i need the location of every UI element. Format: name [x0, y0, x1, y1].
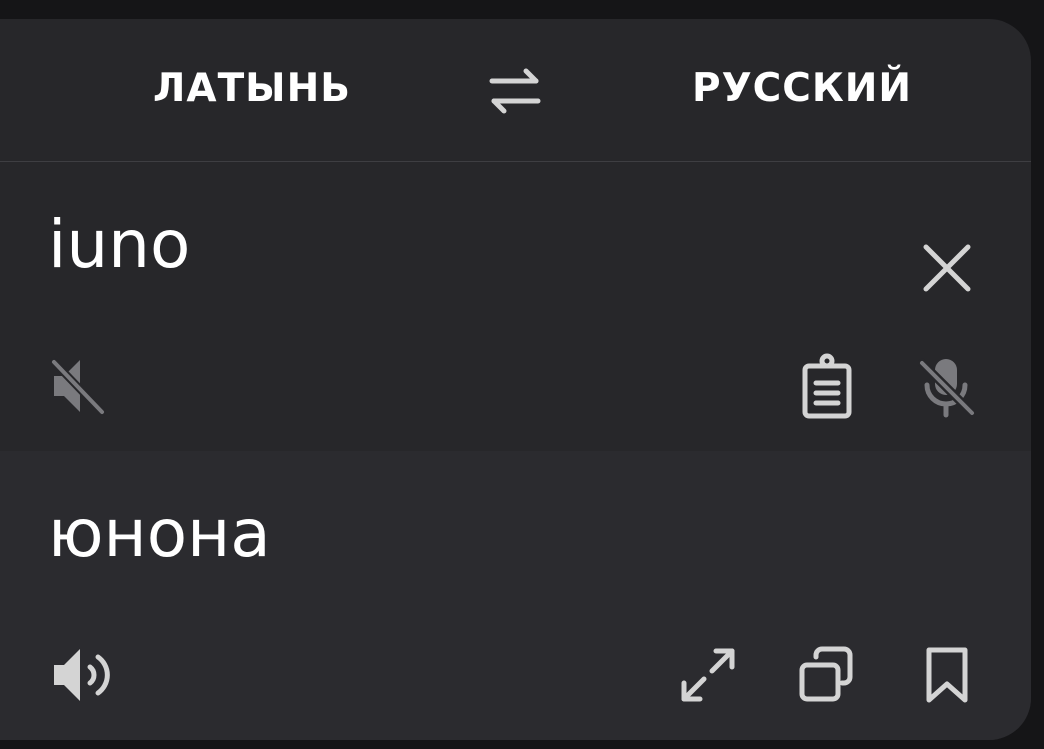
- microphone-button[interactable]: [918, 355, 976, 419]
- fullscreen-button[interactable]: [678, 645, 738, 705]
- language-bar: ЛАТЫНЬ РУССКИЙ: [0, 19, 1031, 162]
- clear-input-button[interactable]: [920, 241, 974, 295]
- translator-card: ЛАТЫНЬ РУССКИЙ iuno юнона: [0, 19, 1031, 740]
- source-text-input[interactable]: iuno: [48, 212, 190, 278]
- bookmark-icon: [926, 647, 968, 703]
- speaker-icon: [54, 649, 110, 701]
- microphone-off-icon: [918, 358, 976, 418]
- target-language-button[interactable]: РУССКИЙ: [692, 66, 912, 111]
- paste-button[interactable]: [801, 353, 853, 419]
- copy-icon: [799, 646, 853, 702]
- speak-translation-button[interactable]: [50, 645, 116, 705]
- bookmark-button[interactable]: [924, 645, 970, 705]
- close-icon: [923, 244, 971, 292]
- copy-button[interactable]: [798, 645, 856, 703]
- speaker-muted-icon: [50, 358, 106, 416]
- output-panel: юнона: [0, 451, 1031, 740]
- speak-source-button[interactable]: [50, 356, 106, 416]
- input-panel: iuno: [0, 162, 1031, 451]
- clipboard-icon: [802, 353, 852, 419]
- swap-languages-button[interactable]: [488, 67, 542, 115]
- source-language-button[interactable]: ЛАТЫНЬ: [153, 66, 351, 111]
- translation-text: юнона: [48, 495, 271, 572]
- expand-icon: [681, 648, 735, 702]
- swap-arrows-icon: [489, 68, 541, 114]
